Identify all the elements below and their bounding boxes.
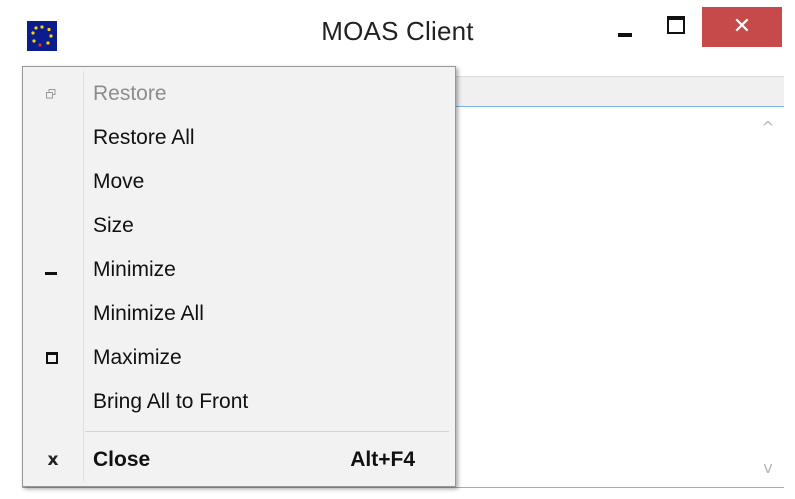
menu-item-label: Bring All to Front [93, 390, 249, 413]
menu-item-label: Move [93, 170, 145, 193]
menu-item-minimize-all[interactable]: Minimize All [23, 292, 455, 336]
menu-item-label: Restore [93, 82, 167, 105]
maximize-icon [46, 352, 58, 364]
close-window-button[interactable]: ✕ [702, 7, 782, 47]
menu-item-shortcut: Alt+F4 [350, 448, 415, 471]
menu-item-restore[interactable]: Restore [23, 72, 455, 116]
moas-client-window: MOAS Client ✕ ^ v Restore Restore All Mo… [0, 0, 795, 499]
menu-item-close[interactable]: x Close Alt+F4 [23, 438, 455, 482]
close-icon: x [47, 450, 59, 470]
minimize-window-button[interactable] [605, 8, 647, 48]
restore-icon [46, 89, 56, 99]
title-bar[interactable]: MOAS Client ✕ [0, 0, 795, 70]
menu-item-restore-all[interactable]: Restore All [23, 116, 455, 160]
menu-item-size[interactable]: Size [23, 204, 455, 248]
menu-separator [85, 431, 449, 432]
scroll-down-arrow[interactable]: v [758, 458, 778, 478]
menu-item-label: Minimize All [93, 302, 204, 325]
menu-item-label: Restore All [93, 126, 195, 149]
minimize-icon [45, 272, 57, 275]
menu-item-label: Maximize [93, 346, 182, 369]
menu-item-maximize[interactable]: Maximize [23, 336, 455, 380]
system-menu: Restore Restore All Move Size Minimize M… [22, 66, 456, 487]
maximize-window-button[interactable] [655, 8, 697, 48]
scroll-up-arrow[interactable]: ^ [758, 118, 778, 138]
menu-item-label: Size [93, 214, 134, 237]
menu-item-minimize[interactable]: Minimize [23, 248, 455, 292]
menu-item-label: Close [93, 448, 151, 471]
menu-item-label: Minimize [93, 258, 176, 281]
menu-item-bring-all-to-front[interactable]: Bring All to Front [23, 380, 455, 424]
menu-item-move[interactable]: Move [23, 160, 455, 204]
